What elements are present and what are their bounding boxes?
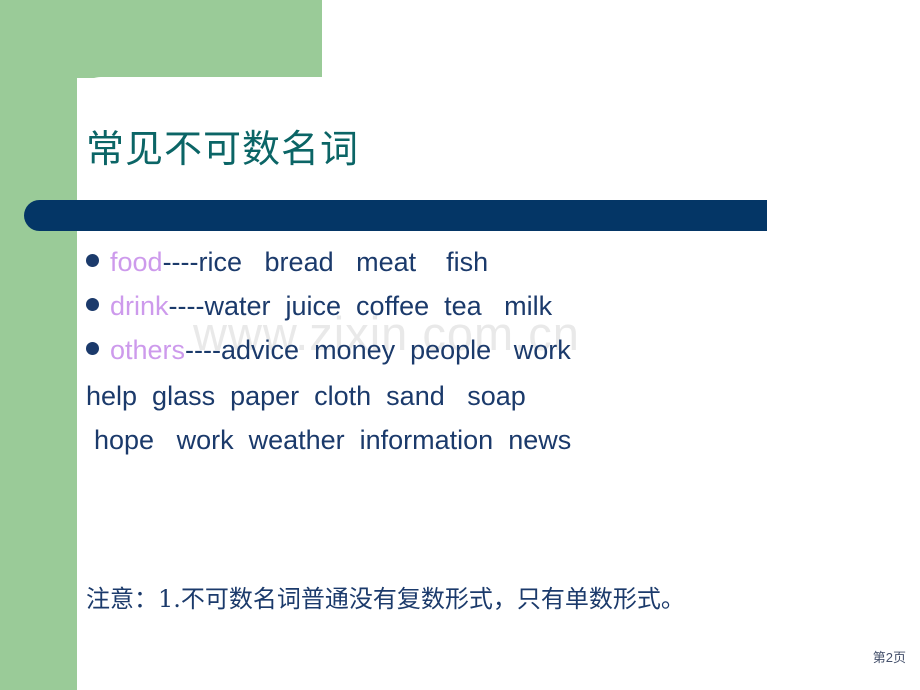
- content-body: food----rice bread meat fish drink----wa…: [86, 242, 886, 462]
- bullet-line: others----advice money people work: [110, 330, 571, 370]
- page-number: 第2页: [872, 650, 906, 665]
- navy-divider-bar: [24, 200, 767, 231]
- green-header-block: [0, 0, 322, 78]
- list-item: others----advice money people work: [86, 330, 886, 374]
- bullet-words: water juice coffee tea milk: [204, 291, 553, 321]
- bullet-words: advice money people work: [221, 335, 571, 365]
- list-item: food----rice bread meat fish: [86, 242, 886, 286]
- bullet-keyword: food: [110, 247, 163, 277]
- list-item: drink----water juice coffee tea milk: [86, 286, 886, 330]
- bullet-separator: ----: [185, 335, 222, 365]
- bullet-line: drink----water juice coffee tea milk: [110, 286, 552, 326]
- bullet-line: food----rice bread meat fish: [110, 242, 488, 282]
- bullet-dot-icon: [86, 298, 99, 311]
- bullet-keyword: drink: [110, 291, 169, 321]
- green-sidebar-strip: [0, 0, 77, 690]
- word-list-line: hope work weather information news: [94, 425, 572, 455]
- note-line-1: 注意：1.不可数名词普通没有复数形式，只有单数形式。: [86, 585, 685, 613]
- bullet-separator: ----: [162, 247, 199, 277]
- bullet-keyword: others: [110, 335, 186, 365]
- slide-canvas: www.zixin.com.cn 常见不可数名词 food----rice br…: [0, 0, 920, 690]
- page-title: 常见不可数名词: [86, 127, 360, 171]
- word-list-line: help glass paper cloth sand soap: [86, 381, 526, 411]
- note-block: 注意：1.不可数名词普通没有复数形式，只有单数形式。 2.不可数名词前面不能用不…: [86, 497, 685, 690]
- bullet-words: rice bread meat fish: [198, 247, 489, 277]
- bullet-dot-icon: [86, 254, 99, 267]
- bullet-separator: ----: [168, 291, 205, 321]
- bullet-dot-icon: [86, 342, 99, 355]
